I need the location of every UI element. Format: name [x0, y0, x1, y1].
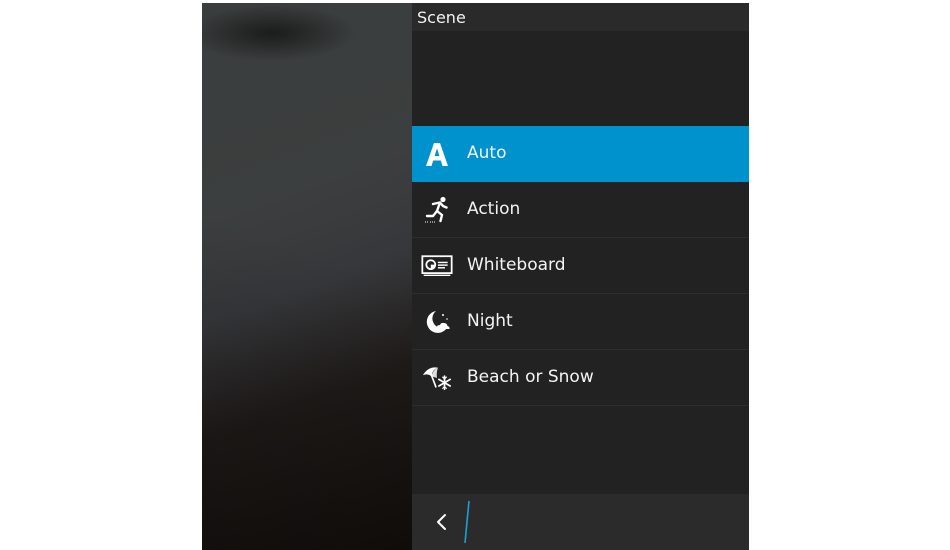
moon-icon: [421, 306, 453, 338]
scene-item-action[interactable]: Action: [412, 182, 749, 238]
scene-item-night[interactable]: Night: [412, 294, 749, 350]
letter-a-icon: [421, 138, 453, 170]
panel-title: Scene: [417, 8, 466, 27]
panel-header: Scene: [412, 3, 749, 31]
umbrella-snowflake-icon: [421, 362, 453, 394]
whiteboard-icon: [421, 250, 453, 282]
scene-item-beach-or-snow[interactable]: Beach or Snow: [412, 350, 749, 406]
scene-label-auto: Auto: [467, 143, 507, 163]
camera-app: Scene Auto Action Whiteboard Night Beach…: [202, 3, 749, 550]
scene-label-action: Action: [467, 199, 521, 219]
action-bar-divider: [462, 500, 472, 548]
running-person-icon: [421, 194, 453, 226]
scene-panel: Scene Auto Action Whiteboard Night Beach…: [412, 3, 749, 550]
action-bar: [412, 494, 749, 550]
scene-item-auto[interactable]: Auto: [412, 126, 749, 182]
scene-label-whiteboard: Whiteboard: [467, 255, 566, 275]
camera-viewfinder[interactable]: [202, 3, 412, 550]
scene-label-beach-or-snow: Beach or Snow: [467, 367, 594, 387]
scene-item-whiteboard[interactable]: Whiteboard: [412, 238, 749, 294]
scene-label-night: Night: [467, 311, 513, 331]
chevron-left-icon: [437, 514, 446, 530]
back-button[interactable]: [427, 506, 457, 538]
scene-list: Auto Action Whiteboard Night Beach or Sn…: [412, 126, 749, 406]
